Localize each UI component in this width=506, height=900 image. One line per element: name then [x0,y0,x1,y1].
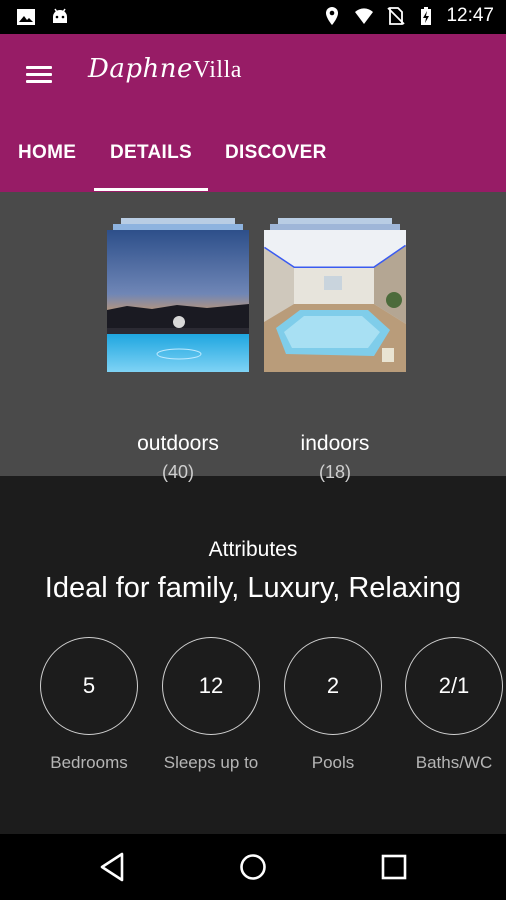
album-name: indoors [300,432,370,455]
logo-script: Daphne [88,54,193,84]
navigation-bar [0,834,506,900]
stat-circle: 5 [40,637,138,735]
stat-label: Pools [311,753,355,772]
stat-label: Sleeps up to [163,753,259,772]
tab-home[interactable]: HOME [18,142,76,164]
attributes-heading: Attributes [208,538,298,561]
recents-icon[interactable] [377,850,411,884]
no-sim-icon [387,7,406,25]
gallery-section: outdoors (40) indoors (18) [0,192,506,482]
outdoors-photo [107,230,249,372]
wifi-icon [355,8,374,24]
tab-discover[interactable]: DISCOVER [225,142,327,164]
location-icon [326,7,339,25]
indoors-photo [264,230,406,372]
album-name: outdoors [137,432,219,455]
album-count: (40) [161,462,194,482]
tab-bar: HOME DETAILS DISCOVER [0,130,506,192]
status-time: 12:47 [446,5,494,26]
menu-icon [26,66,52,69]
home-icon[interactable] [236,850,270,884]
attributes-values: Ideal for family, Luxury, Relaxing [44,572,462,604]
app-bar: DaphneVilla HOME DETAILS DISCOVER [0,34,506,192]
back-icon[interactable] [96,850,130,884]
album-count: (18) [318,462,351,482]
battery-charging-icon [421,7,432,25]
android-icon [53,8,67,23]
stat-label: Baths/WC [415,753,493,772]
status-bar: 12:47 [0,0,506,34]
logo-villa: Villa [192,57,242,83]
stat-circle: 2 [284,637,382,735]
stat-label: Bedrooms [50,753,128,772]
menu-button[interactable] [24,62,54,88]
tab-indicator [94,188,208,191]
stat-circle: 2/1 [405,637,503,735]
image-icon [17,9,35,25]
app-logo: DaphneVilla [88,54,242,84]
stat-circle: 12 [162,637,260,735]
tab-details[interactable]: DETAILS [110,142,192,164]
